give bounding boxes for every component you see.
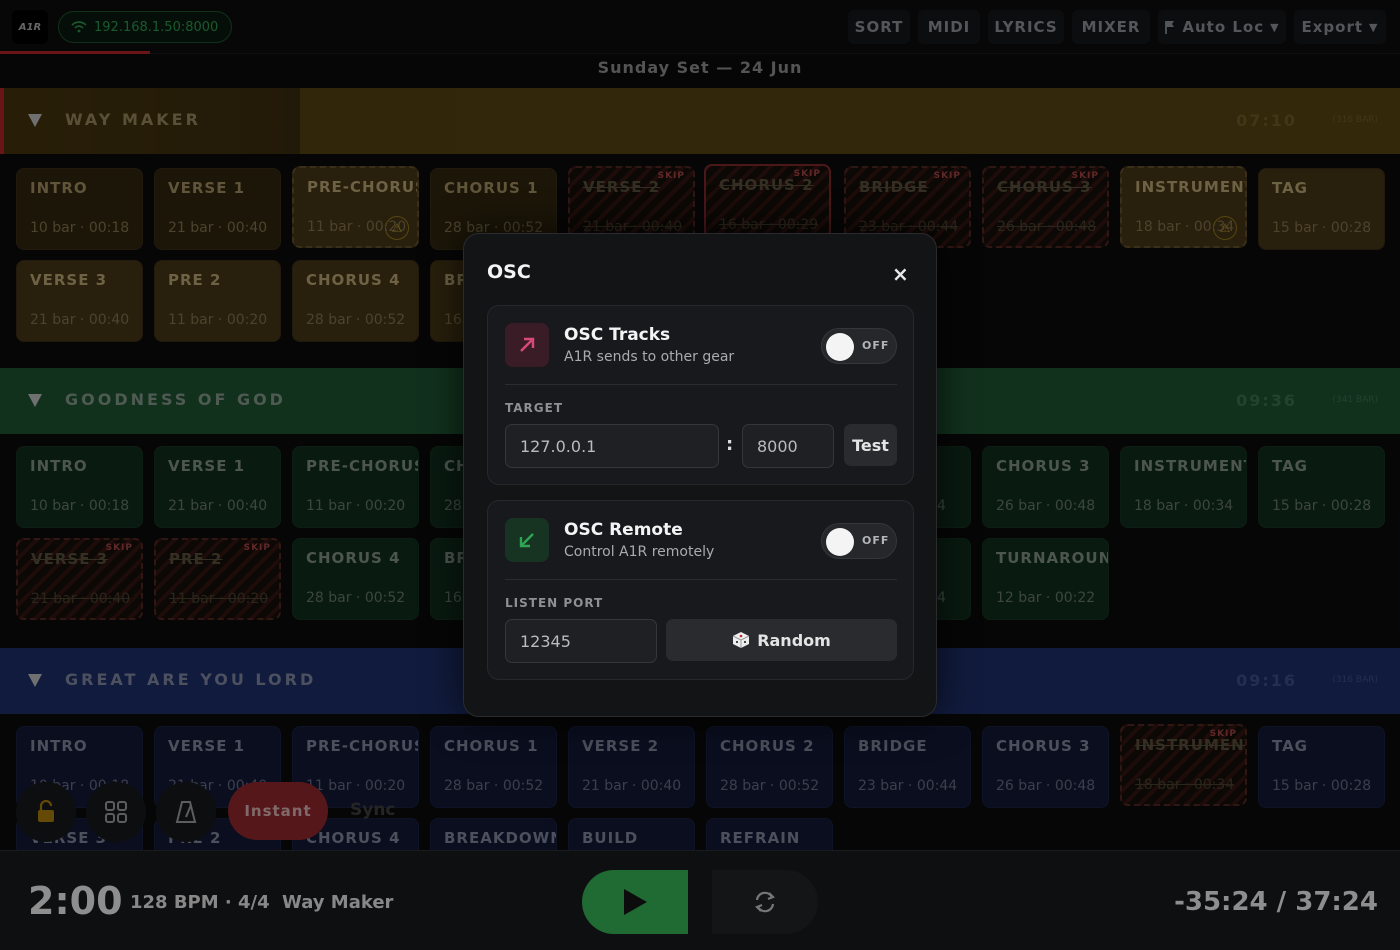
arrow-up-right-icon <box>505 323 549 367</box>
current-song-title: Way Maker <box>282 892 394 913</box>
play-icon <box>624 889 647 915</box>
osc-remote-subtitle: Control A1R remotely <box>564 544 715 560</box>
osc-tracks-toggle[interactable]: OFF <box>821 328 897 364</box>
test-label: Test <box>852 435 889 455</box>
osc-modal: OSC × OSC Tracks A1R sends to other gear… <box>463 233 937 717</box>
target-port-input[interactable]: 8000 <box>742 424 834 468</box>
divider <box>505 579 897 580</box>
close-icon[interactable]: × <box>892 262 909 286</box>
toggle-state: OFF <box>862 339 890 352</box>
random-port-button[interactable]: Random <box>666 619 897 661</box>
position-clock: 2:00 <box>28 879 123 923</box>
divider <box>505 384 897 385</box>
arrow-down-left-icon <box>505 518 549 562</box>
modal-title: OSC <box>487 261 531 283</box>
osc-tracks-subtitle: A1R sends to other gear <box>564 349 735 365</box>
random-label: Random <box>757 630 831 650</box>
osc-remote-card: OSC Remote Control A1R remotely OFF LIST… <box>487 500 914 680</box>
loop-button[interactable] <box>712 870 818 934</box>
toggle-knob <box>826 333 854 361</box>
ip-port-separator: : <box>726 434 734 455</box>
listen-port-label: LISTEN PORT <box>505 596 604 610</box>
loop-icon <box>755 891 775 913</box>
test-button[interactable]: Test <box>844 424 897 466</box>
osc-remote-toggle[interactable]: OFF <box>821 523 897 559</box>
target-ip-input[interactable]: 127.0.0.1 <box>505 424 719 468</box>
dice-icon <box>732 632 750 648</box>
listen-port-input[interactable]: 12345 <box>505 619 657 663</box>
toggle-state: OFF <box>862 534 890 547</box>
play-button[interactable] <box>582 870 688 934</box>
transport-bar: 2:00 128 BPM · 4/4 Way Maker -35:24 / 37… <box>0 850 1400 950</box>
osc-remote-title: OSC Remote <box>564 520 683 540</box>
osc-tracks-card: OSC Tracks A1R sends to other gear OFF T… <box>487 305 914 485</box>
toggle-knob <box>826 528 854 556</box>
target-label: TARGET <box>505 401 564 415</box>
time-remaining: -35:24 / 37:24 <box>1174 887 1378 917</box>
osc-tracks-title: OSC Tracks <box>564 325 671 345</box>
tempo-signature: 128 BPM · 4/4 <box>130 892 270 913</box>
app-root: A1R 192.168.1.50:8000 SORT MIDI LYRICS M… <box>0 0 1400 950</box>
